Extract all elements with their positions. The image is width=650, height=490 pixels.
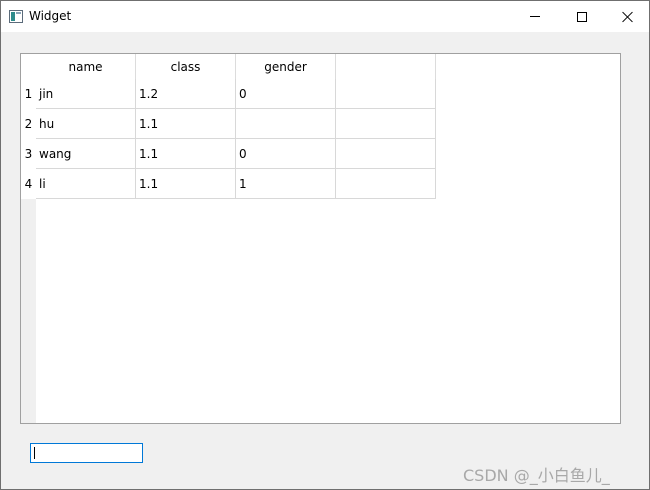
column-header-gender[interactable]: gender bbox=[236, 54, 336, 79]
column-header-name[interactable]: name bbox=[36, 54, 136, 79]
table-cell[interactable] bbox=[336, 139, 436, 169]
maximize-icon bbox=[577, 11, 587, 22]
table-corner-button[interactable] bbox=[21, 54, 36, 79]
table-cell[interactable]: 1.1 bbox=[136, 139, 236, 169]
app-window: Widget name class gender 1 2 3 4 jin 1.2… bbox=[0, 0, 650, 490]
watermark: CSDN @_小白鱼儿_ bbox=[463, 466, 610, 485]
table-cell[interactable]: 1.1 bbox=[136, 109, 236, 139]
table-row: wang 1.1 0 bbox=[36, 139, 436, 169]
table-cell[interactable] bbox=[336, 169, 436, 199]
table-row: hu 1.1 bbox=[36, 109, 436, 139]
table-cell[interactable]: 1 bbox=[236, 169, 336, 199]
table-cell[interactable]: 1.1 bbox=[136, 169, 236, 199]
window-title: Widget bbox=[29, 9, 72, 23]
table-cell[interactable]: wang bbox=[36, 139, 136, 169]
table-cell[interactable] bbox=[236, 109, 336, 139]
title-bar[interactable]: Widget bbox=[1, 1, 649, 32]
app-icon bbox=[9, 10, 23, 23]
minimize-button[interactable] bbox=[512, 1, 558, 32]
close-icon bbox=[622, 11, 634, 23]
table-cell[interactable]: 0 bbox=[236, 79, 336, 109]
row-header-2[interactable]: 2 bbox=[21, 109, 36, 139]
table-cell[interactable]: hu bbox=[36, 109, 136, 139]
table-cell[interactable]: 0 bbox=[236, 139, 336, 169]
table-cell[interactable]: jin bbox=[36, 79, 136, 109]
table-grid: jin 1.2 0 hu 1.1 wang 1.1 0 li 1.1 1 bbox=[36, 79, 436, 199]
row-header-4[interactable]: 4 bbox=[21, 169, 36, 199]
close-button[interactable] bbox=[605, 1, 650, 32]
table-cell[interactable]: 1.2 bbox=[136, 79, 236, 109]
table-cell[interactable] bbox=[336, 79, 436, 109]
row-header-3[interactable]: 3 bbox=[21, 139, 36, 169]
maximize-button[interactable] bbox=[559, 1, 605, 32]
table-row: li 1.1 1 bbox=[36, 169, 436, 199]
table-cell[interactable]: li bbox=[36, 169, 136, 199]
horizontal-header: name class gender bbox=[36, 54, 436, 79]
minimize-icon bbox=[530, 16, 540, 17]
row-header-1[interactable]: 1 bbox=[21, 79, 36, 109]
text-input[interactable] bbox=[30, 443, 143, 463]
table-cell[interactable] bbox=[336, 109, 436, 139]
column-header-class[interactable]: class bbox=[136, 54, 236, 79]
table-row: jin 1.2 0 bbox=[36, 79, 436, 109]
text-cursor bbox=[34, 447, 35, 459]
column-header-4[interactable] bbox=[336, 54, 436, 79]
table-view[interactable]: name class gender 1 2 3 4 jin 1.2 0 hu 1… bbox=[20, 53, 621, 424]
